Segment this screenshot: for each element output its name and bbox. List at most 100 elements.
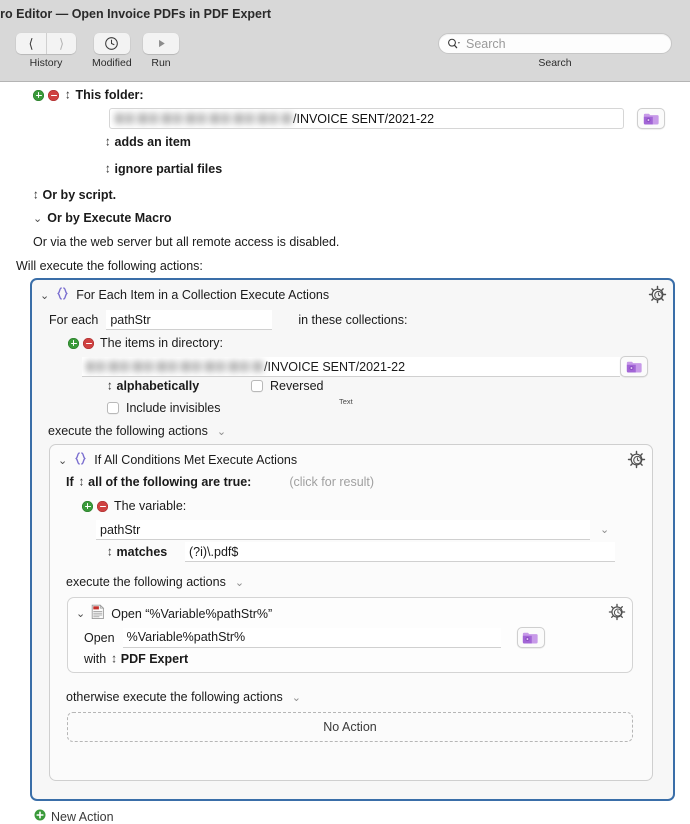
for-each-gear-button[interactable] [648,285,667,307]
text-type-badge: Text [339,397,353,406]
gear-clock-icon [608,603,626,621]
operator-stepper-icon[interactable]: ↕ [107,545,112,559]
add-collection-button[interactable] [68,337,79,349]
condition-operator-row[interactable]: ↕ matches [107,545,167,559]
open-file-picker-button[interactable] [516,627,545,648]
include-invisibles-row[interactable]: Include invisibles [107,401,221,415]
open-action-block[interactable]: ⌄ Open “%Variable%pathStr%” Open %Variab… [67,597,633,673]
trigger-folder-path-visible: /INVOICE SENT/2021-22 [293,111,435,126]
items-in-directory-label: The items in directory: [100,336,223,350]
open-label: Open [84,630,115,645]
app-stepper-icon[interactable]: ↕ [111,652,116,666]
if-block-gear-button[interactable] [627,450,646,472]
collection-directory-redacted [86,361,264,372]
chevron-down-icon[interactable]: ⌄ [235,576,244,589]
condition-variable-row: The variable: [82,499,186,513]
the-variable-label: The variable: [114,499,187,513]
for-each-execute-actions-row[interactable]: execute the following actions ⌄ [48,424,226,438]
trigger-folder-path-redacted [115,113,293,124]
macro-editor-content: ↕ This folder: /INVOICE SENT/2021-22 ↕ a… [0,82,690,824]
if-block-title: If All Conditions Met Execute Actions [94,453,298,467]
trigger-adds-item-row[interactable]: ↕ adds an item [105,135,191,149]
trigger-folder-path-field[interactable]: /INVOICE SENT/2021-22 [109,108,624,129]
if-block-header[interactable]: ⌄ If All Conditions Met Execute Actions [58,451,297,469]
condition-variable-value: pathStr [100,522,141,537]
plus-circle-icon [34,809,46,824]
modified-button[interactable] [93,33,130,54]
chevron-down-icon[interactable]: ⌄ [40,289,49,302]
run-button[interactable] [143,33,179,54]
sort-order-stepper-icon[interactable]: ↕ [107,379,112,393]
trigger-ignore-partial-row[interactable]: ↕ ignore partial files [105,162,222,176]
open-path-field[interactable]: %Variable%pathStr% [122,627,501,648]
condition-variable-field[interactable]: pathStr [96,520,590,540]
if-execute-actions-row[interactable]: execute the following actions ⌄ [66,575,244,589]
toolbar: ⟨ ⟩ History Modified Run Search Search [0,28,690,82]
chevron-down-icon[interactable]: ⌄ [600,523,609,536]
run-label: Run [151,57,171,69]
collection-directory-field[interactable]: /INVOICE SENT/2021-22 [82,357,620,377]
search-input[interactable]: Search [438,33,672,54]
click-for-result-label[interactable]: (click for result) [289,475,374,489]
remove-trigger-button[interactable] [48,89,59,101]
trigger-add-remove-controls[interactable] [33,89,59,101]
condition-pattern-value: (?i)\.pdf$ [189,544,239,559]
or-by-script-label: Or by script. [42,188,117,202]
for-each-variable-combobox[interactable]: pathStr ⌄ [106,310,273,330]
or-by-script-stepper-icon[interactable]: ↕ [33,188,38,202]
otherwise-execute-label: otherwise execute the following actions [66,690,283,704]
modified-label: Modified [92,57,132,69]
no-action-dropzone[interactable]: No Action [67,712,633,742]
condition-add-remove-controls[interactable] [82,500,108,512]
history-forward-button[interactable]: ⟩ [46,33,76,54]
remove-condition-button[interactable] [97,500,108,512]
add-condition-button[interactable] [82,500,93,512]
ignore-partial-stepper-icon[interactable]: ↕ [105,162,110,176]
gear-clock-icon [627,450,646,469]
otherwise-execute-row[interactable]: otherwise execute the following actions … [66,690,301,704]
add-trigger-button[interactable] [33,89,44,101]
adds-item-stepper-icon[interactable]: ↕ [105,135,110,149]
chevron-down-icon[interactable]: ⌄ [292,691,301,704]
new-action-button[interactable]: New Action [34,809,114,824]
open-path-value: %Variable%pathStr% [126,630,246,644]
for-each-header[interactable]: ⌄ For Each Item in a Collection Execute … [40,286,329,304]
with-label: with [84,652,107,666]
for-each-action-block[interactable]: ⌄ For Each Item in a Collection Execute … [30,278,675,801]
pdf-document-icon [91,604,105,623]
if-label: If [66,475,74,489]
open-with-row[interactable]: with ↕ PDF Expert [84,652,188,666]
chevron-down-icon[interactable]: ⌄ [33,212,42,225]
trigger-or-by-script-row[interactable]: ↕ Or by script. [33,188,116,202]
window-title-bar: tro Editor — Open Invoice PDFs in PDF Ex… [0,0,690,28]
if-condition-mode-row[interactable]: If ↕ all of the following are true: (cli… [66,475,374,489]
for-each-execute-label: execute the following actions [48,424,208,438]
open-action-header[interactable]: ⌄ Open “%Variable%pathStr%” [76,604,272,623]
trigger-folder-picker-button[interactable] [637,108,665,129]
chevron-down-icon[interactable]: ⌄ [58,454,67,467]
collection-directory-picker-button[interactable] [620,356,648,377]
reversed-checkbox[interactable] [251,380,263,392]
open-with-app-name: PDF Expert [120,652,189,666]
chevron-down-icon[interactable]: ⌄ [217,425,226,438]
trigger-this-folder-label: This folder: [75,88,144,102]
if-conditions-action-block[interactable]: ⌄ If All Conditions Met Execute Actions [49,444,653,781]
sort-order-row[interactable]: ↕ alphabetically [107,379,199,393]
chevron-down-icon[interactable]: ⌄ [76,607,85,620]
condition-mode-stepper-icon[interactable]: ↕ [79,475,84,489]
trigger-type-stepper-icon[interactable]: ↕ [65,88,70,102]
history-segmented-control[interactable]: ⟨ ⟩ [16,33,76,54]
history-back-button[interactable]: ⟨ [16,33,46,54]
remove-collection-button[interactable] [83,337,94,349]
web-server-note: Or via the web server but all remote acc… [33,235,340,249]
for-each-title: For Each Item in a Collection Execute Ac… [76,288,330,302]
include-invisibles-checkbox[interactable] [107,402,119,414]
trigger-or-by-execute-macro-row[interactable]: ⌄ Or by Execute Macro [33,211,172,225]
collection-add-remove-controls[interactable] [68,337,94,349]
open-action-gear-button[interactable] [608,603,626,624]
open-path-row: Open %Variable%pathStr% [84,627,545,648]
condition-pattern-field[interactable]: (?i)\.pdf$ [185,542,615,562]
braces-icon [73,451,88,469]
ignore-partial-label: ignore partial files [114,162,223,176]
reversed-row[interactable]: Reversed [251,379,324,393]
